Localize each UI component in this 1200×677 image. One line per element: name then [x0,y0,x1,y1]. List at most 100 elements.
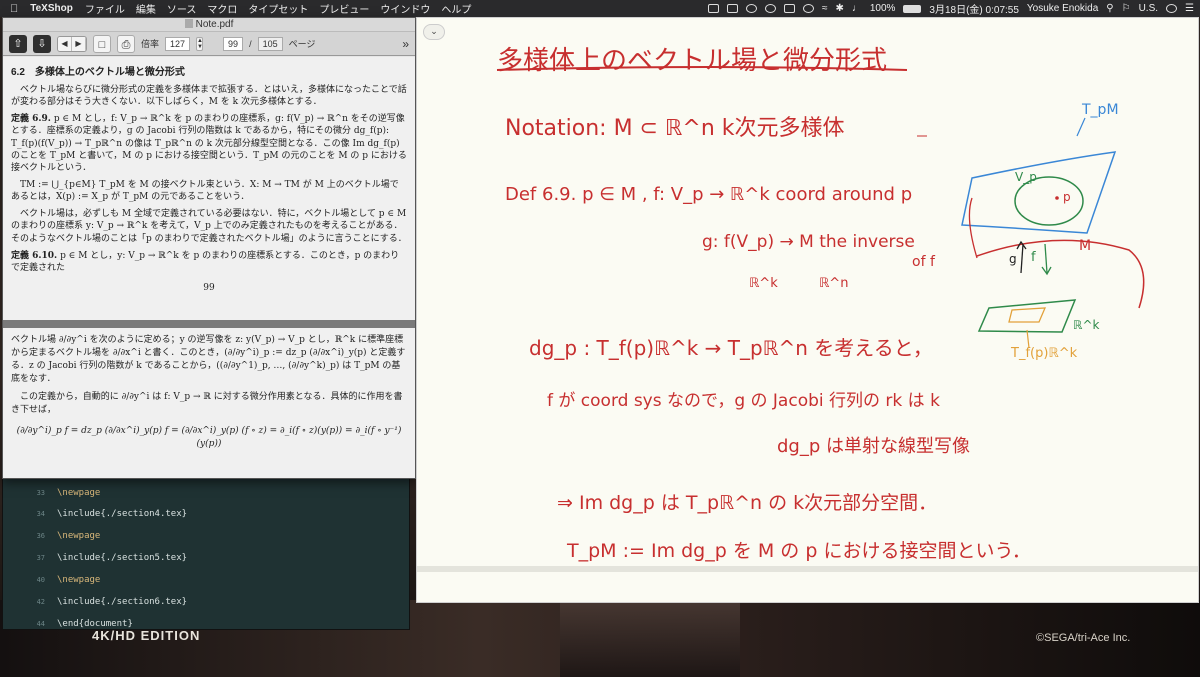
editor-line[interactable]: 40 \newpage [3,574,101,585]
note-rn: ℝ^n [819,276,849,291]
editor-line[interactable]: 37 \include{./section5.tex} [3,552,187,563]
input-source[interactable]: U.S. [1139,3,1158,14]
menu-preview[interactable]: プレビュー [319,1,369,16]
editor-line[interactable]: 36 \newpage [3,530,101,541]
handwritten-notes-window[interactable]: ⌄ 多様体上のベクトル場と微分形式 Notation: M ⊂ ℝ^n k次元多… [416,17,1199,603]
tex-source-editor[interactable]: 33 \newpage 34 \include{./section4.tex} 36… [2,478,410,630]
figure-label-p: p [1063,190,1071,204]
page-unit: ページ [288,39,316,49]
single-page-icon[interactable]: □ [93,34,111,53]
note-rk: ℝ^k [749,276,778,291]
control-center-icon[interactable]: ☰ [1185,3,1194,14]
note-image: ⇒ Im dg_p は T_pℝ^n の k次元部分空間． [557,492,938,514]
notes-page-break [417,566,1198,572]
definition-body: p ∈ M とし，f: V_p → ℝ^k を p のまわりの座標系，g: f(… [11,114,407,173]
page-total: 105 [257,36,283,51]
line-code[interactable]: \include{./section4.tex} [49,509,187,519]
editor-line[interactable]: 42 \include{./section6.tex} [3,596,187,607]
definition-body: p ∈ M とし，y: V_p → ℝ^k を p のまわりの座標系とする．この… [11,250,400,273]
print-icon[interactable]: ⎙ [117,34,135,53]
flag-icon[interactable]: ⚐ [1122,3,1131,14]
menu-window[interactable]: ウインドウ [380,1,430,16]
pdf-page-99[interactable]: 6.2 多様体上のベクトル場と微分形式 ベクトル場ならびに微分形式の定義を多様体… [3,57,415,320]
editor-line[interactable]: 33 \newpage [3,487,101,498]
note-title: 多様体上のベクトル場と微分形式 [497,46,888,76]
line-code[interactable]: \newpage [49,575,100,585]
page-field[interactable]: 99 [223,36,244,51]
pdf-section-heading: 6.2 多様体上のベクトル場と微分形式 [11,67,185,78]
page-nav-buttons: ◀ ▶ [57,35,87,52]
wifi-icon[interactable]: ≈ [822,3,828,14]
line-number: 37 [36,553,45,562]
manifold-m-curve [976,239,1145,309]
zoom-field[interactable]: 127 [165,36,191,51]
note-g-line: g: f(V_p) → M the inverse [702,232,915,252]
note-def: Def 6.9. p ∈ M , f: V_p → ℝ^k coord arou… [505,184,913,205]
note-coordsys: f が coord sys なので，g の Jacobi 行列の rk は k [547,391,940,411]
menu-macro[interactable]: マクロ [207,1,237,16]
status-cloud-icon[interactable] [764,4,776,13]
point-p-dot [1055,196,1059,200]
pdf-page-100[interactable]: ベクトル場 ∂/∂y^i を次のように定める；y の逆写像を z: y(V_p)… [3,328,415,478]
pdf-equation: (∂/∂y^i)_p f = dz_p (∂/∂x^i)_y(p) f = (∂… [16,426,402,450]
pdf-window-titlebar[interactable]: Note.pdf [3,18,415,32]
toolbar-overflow-icon[interactable]: » [402,37,409,51]
pdf-paragraph: この定義から，自動的に ∂/∂y^i は f: V_p → ℝ に対する微分作用… [11,392,403,416]
pdf-toolbar: ⇧ ⇩ ◀ ▶ □ ⎙ 倍率 127 ▲ ▼ 99 / 105 ページ » [3,32,415,56]
menu-bar:  TeXShop ファイル 編集 ソース マクロ タイプセット プレビュー ウ… [0,0,1200,17]
next-page-icon[interactable]: ▶ [72,36,86,51]
status-dropbox-icon[interactable] [745,4,757,13]
figure-label-f: f [1031,250,1036,265]
clock[interactable]: 3月18日(金) 0:07:55 [929,1,1019,16]
pdf-paragraph: ベクトル場は，必ずしも M 全域で定義されている必要はない．特に，ベクトル場とし… [11,209,407,244]
line-number: 33 [36,488,45,497]
figure-label-g: g [1009,252,1017,266]
user-name[interactable]: Yosuke Enokida [1027,3,1098,14]
volume-icon[interactable]: ♩ [852,3,862,14]
note-injective: dg_p は単射な線型写像 [777,436,970,457]
pdf-paragraph: TM := ⋃_{p∈M} T_pM を M の接ベクトル束という．X: M →… [11,179,399,203]
menu-typeset[interactable]: タイプセット [248,1,308,16]
line-code[interactable]: \end{document} [49,619,133,629]
editor-line[interactable]: 44 \end{document} [3,618,133,629]
menu-file[interactable]: ファイル [85,1,125,16]
prev-page-icon[interactable]: ◀ [58,36,72,51]
battery-icon[interactable] [903,4,922,13]
typeset-down-icon[interactable]: ⇩ [33,34,51,53]
spotlight-search-icon[interactable]: ⚲ [1106,3,1113,14]
pdf-paragraph: ベクトル場ならびに微分形式の定義を多様体まで拡張する．とはいえ，多様体になったこ… [11,85,407,108]
note-dg: dg_p : T_f(p)ℝ^k → T_pℝ^n を考えると， [529,336,933,360]
note-g-of-f: of f [912,254,935,270]
menu-help[interactable]: ヘルプ [441,1,471,16]
figure-label-vp: V_p [1015,170,1037,184]
line-number: 40 [36,575,45,584]
zoom-label: 倍率 [141,39,160,49]
menu-app-name[interactable]: TeXShop [30,3,73,14]
line-code[interactable]: \include{./section5.tex} [49,553,187,563]
typeset-up-icon[interactable]: ⇧ [9,34,27,53]
status-display-icon[interactable] [783,4,795,13]
status-time-machine-icon[interactable] [802,4,814,13]
line-code[interactable]: \newpage [49,531,100,541]
definition-label: 定義 6.10. [11,250,58,261]
line-code[interactable]: \include{./section6.tex} [49,597,187,607]
editor-line[interactable]: 34 \include{./section4.tex} [3,508,187,519]
menu-source[interactable]: ソース [167,1,197,16]
status-clipboard-icon[interactable] [726,4,738,13]
arrow-g [1020,243,1024,274]
note-notation: Notation: M ⊂ ℝ^n k次元多様体 [505,116,845,141]
siri-icon[interactable] [1166,4,1178,13]
line-number: 34 [36,509,45,518]
status-app-icon[interactable] [707,4,719,13]
rk-plane-sketch [977,299,1077,333]
menu-edit[interactable]: 編集 [136,1,156,16]
bluetooth-icon[interactable]: ✱ [835,3,843,14]
definition-label: 定義 6.9. [11,114,51,125]
line-code[interactable]: \newpage [49,488,100,498]
figure-label-m: M [1079,238,1092,254]
pdf-page-number: 99 [203,282,215,293]
battery-percent[interactable]: 100% [870,3,896,14]
zoom-stepper-icon[interactable]: ▲ ▼ [196,36,204,51]
apple-menu-icon[interactable]:  [10,3,18,15]
pdf-preview-window: Note.pdf ⇧ ⇩ ◀ ▶ □ ⎙ 倍率 127 ▲ ▼ 99 / 105 ペ… [2,17,416,479]
